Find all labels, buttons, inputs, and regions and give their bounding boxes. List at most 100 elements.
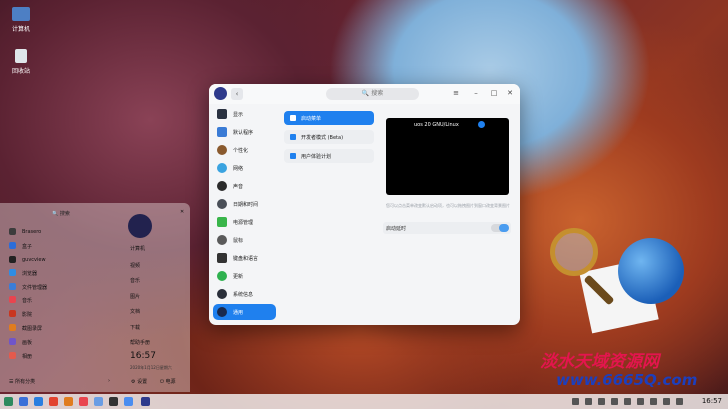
app-icon	[9, 338, 16, 345]
sub-boot-menu[interactable]: 启动菜单	[284, 111, 374, 125]
sub-ux-program[interactable]: 用户体验计划	[284, 149, 374, 163]
quick-link-music[interactable]: 音乐	[130, 277, 140, 284]
minimize-button[interactable]: –	[471, 88, 481, 98]
toggle-knob	[499, 224, 509, 232]
menu-icon[interactable]: ≡	[451, 88, 461, 98]
launcher-clock: 16:57	[130, 351, 156, 361]
keyboard-icon	[217, 253, 227, 263]
app-store-icon[interactable]	[124, 397, 133, 406]
launcher-close-icon[interactable]: ✕	[180, 209, 184, 215]
mouse-icon	[217, 235, 227, 245]
launcher-icon[interactable]	[4, 397, 13, 406]
nav-item-default-apps[interactable]: 默认程序	[213, 124, 276, 140]
sub-developer-mode[interactable]: 开发者模式 (Beta)	[284, 130, 374, 144]
network-icon[interactable]	[611, 398, 618, 405]
nav-item-display[interactable]: 显示	[213, 106, 276, 122]
info-icon	[217, 289, 227, 299]
boot-menu-icon	[290, 115, 296, 121]
avatar[interactable]	[128, 214, 152, 238]
nav-item-personalization[interactable]: 个性化	[213, 142, 276, 158]
maximize-button[interactable]: □	[489, 88, 499, 98]
nav-item-mouse[interactable]: 鼠标	[213, 232, 276, 248]
nav-item-update[interactable]: 更新	[213, 268, 276, 284]
chevron-right-icon[interactable]: ›	[108, 378, 110, 384]
sound-icon	[217, 181, 227, 191]
settings-link[interactable]: ⚙ 设置	[131, 378, 147, 385]
app-item[interactable]: 截图录屏	[6, 322, 121, 334]
settings-app-icon[interactable]	[141, 397, 150, 406]
desktop-icon-label: 计算机	[11, 26, 30, 33]
tray-icon[interactable]	[585, 398, 592, 405]
app-item[interactable]: Brasero	[6, 226, 121, 238]
quick-link-documents[interactable]: 文档	[130, 308, 140, 315]
desktop-icon-trash[interactable]: 回收站	[1, 49, 41, 75]
volume-icon[interactable]	[624, 398, 631, 405]
network-icon	[217, 163, 227, 173]
watermark-text: 淡水天域资源网	[540, 352, 659, 372]
launcher-date: 2020年1月12日星期六	[130, 365, 172, 370]
quick-link-help[interactable]: 帮助手册	[130, 339, 150, 346]
close-button[interactable]: ✕	[505, 88, 515, 98]
nav-item-keyboard[interactable]: 键盘和语言	[213, 250, 276, 266]
quick-link-videos[interactable]: 视频	[130, 262, 140, 269]
display-icon	[217, 109, 227, 119]
nav-item-sound[interactable]: 声音	[213, 178, 276, 194]
computer-icon	[12, 7, 30, 21]
settings-search-input[interactable]: 🔍 搜索	[326, 88, 419, 100]
mail-icon[interactable]	[64, 397, 73, 406]
tray-icon[interactable]	[572, 398, 579, 405]
app-item[interactable]: 影院	[6, 308, 121, 320]
tray-icon[interactable]	[598, 398, 605, 405]
power-button[interactable]: ⏻ 电源	[160, 378, 176, 385]
nav-item-system-info[interactable]: 系统信息	[213, 286, 276, 302]
globe-graphic	[618, 238, 684, 304]
app-icon	[9, 256, 16, 263]
boot-delay-toggle[interactable]	[491, 224, 509, 232]
quick-link-downloads[interactable]: 下载	[130, 324, 140, 331]
back-button[interactable]: ‹	[231, 88, 243, 100]
video-icon[interactable]	[109, 397, 118, 406]
tray-icon[interactable]	[663, 398, 670, 405]
trash-icon	[15, 49, 27, 63]
user-name-link[interactable]: 计算机	[130, 245, 145, 252]
app-item[interactable]: 音乐	[6, 294, 121, 306]
launcher-search-input[interactable]: 🔍 搜索	[52, 210, 70, 217]
power-icon[interactable]	[637, 398, 644, 405]
titlebar: ‹ 🔍 搜索 ≡ – □ ✕	[209, 84, 520, 104]
developer-icon	[290, 134, 296, 140]
desktop-icon-label: 回收站	[11, 68, 30, 75]
boot-preview[interactable]: uos 20 GNU/Linux	[386, 118, 509, 195]
app-icon	[9, 296, 16, 303]
nav-item-general[interactable]: 通用	[213, 304, 276, 320]
nav-item-datetime[interactable]: 日期和时间	[213, 196, 276, 212]
app-icon	[9, 310, 16, 317]
file-manager-icon[interactable]	[34, 397, 43, 406]
nav-item-power[interactable]: 电源管理	[213, 214, 276, 230]
tray-icon[interactable]	[650, 398, 657, 405]
app-item[interactable]: 盒子	[6, 240, 121, 252]
app-icon	[9, 352, 16, 359]
photos-icon[interactable]	[94, 397, 103, 406]
all-categories-button[interactable]: ☰ 所有分类	[9, 378, 35, 385]
music-icon[interactable]	[79, 397, 88, 406]
desktop-icon-computer[interactable]: 计算机	[1, 7, 41, 33]
app-item[interactable]: 文件管理器	[6, 281, 121, 293]
boot-entry[interactable]: uos 20 GNU/Linux	[414, 122, 459, 128]
multitask-icon[interactable]	[19, 397, 28, 406]
nav-item-network[interactable]: 网络	[213, 160, 276, 176]
app-item[interactable]: 相册	[6, 350, 121, 362]
update-icon	[217, 271, 227, 281]
magnifier-graphic	[550, 228, 598, 276]
ux-program-icon	[290, 153, 296, 159]
tray-icon[interactable]	[676, 398, 683, 405]
app-icon	[9, 269, 16, 276]
app-item[interactable]: 浏览器	[6, 267, 121, 279]
quick-link-pictures[interactable]: 图片	[130, 293, 140, 300]
app-item[interactable]: 画板	[6, 336, 121, 348]
settings-logo-icon	[214, 87, 227, 100]
app-icon	[9, 242, 16, 249]
check-icon	[478, 121, 485, 128]
app-item[interactable]: guvcview	[6, 254, 121, 266]
browser-icon[interactable]	[49, 397, 58, 406]
taskbar-clock[interactable]: 16:57	[702, 397, 722, 405]
